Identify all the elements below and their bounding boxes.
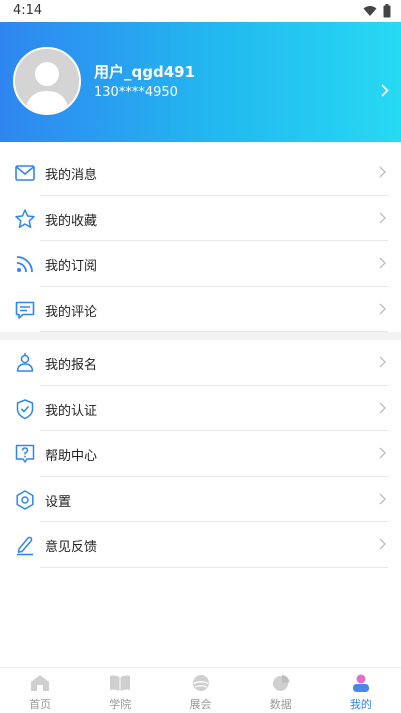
menu-item-settings[interactable]: 设置: [0, 477, 401, 523]
tab-mine[interactable]: 我的: [321, 668, 401, 713]
tab-label: 展会: [189, 698, 212, 711]
user-name: 用户_qgd491: [94, 63, 196, 81]
status-time: 4:14: [13, 3, 43, 18]
chevron-right-icon: [379, 257, 386, 269]
menu-label: 我的评论: [45, 304, 98, 320]
chevron-right-icon: [379, 356, 386, 368]
chevron-right-icon: [379, 166, 386, 178]
tab-home[interactable]: 首页: [0, 668, 80, 713]
tab-data[interactable]: 数据: [241, 668, 321, 713]
menu-item-messages[interactable]: 我的消息: [0, 150, 401, 196]
book-icon: [110, 675, 131, 691]
pie-chart-icon: [272, 675, 290, 691]
tab-label: 数据: [269, 698, 292, 711]
battery-icon: [383, 4, 391, 18]
menu-item-help-center[interactable]: 帮助中心: [0, 431, 401, 477]
help-icon: [15, 444, 35, 463]
expo-icon: [192, 675, 209, 691]
user-phone: 130****4950: [94, 85, 178, 100]
profile-header[interactable]: 用户_qgd491 130****4950: [0, 22, 401, 142]
tab-academy[interactable]: 学院: [80, 668, 160, 713]
chevron-right-icon: [379, 447, 386, 459]
menu-item-favorites[interactable]: 我的收藏: [0, 196, 401, 242]
comment-icon: [15, 301, 35, 319]
shield-check-icon: [16, 398, 34, 419]
settings-icon: [16, 489, 34, 510]
wifi-icon: [363, 6, 377, 16]
tab-label: 首页: [29, 698, 52, 711]
menu-label: 设置: [45, 494, 72, 510]
tab-expo[interactable]: 展会: [160, 668, 240, 713]
rss-icon: [16, 256, 33, 273]
tab-label: 学院: [109, 698, 132, 711]
chevron-right-icon: [379, 303, 386, 314]
menu-label: 意见反馈: [45, 540, 98, 555]
home-icon: [31, 675, 50, 691]
chevron-right-icon: [379, 538, 386, 550]
menu-group-secondary: 我的报名 我的认证 帮助中心 设置 意见反馈: [0, 340, 401, 568]
chevron-right-icon: [379, 493, 386, 504]
feedback-pen-icon: [17, 536, 33, 556]
status-icons: [363, 4, 391, 18]
menu-label: 我的订阅: [45, 259, 98, 274]
menu-label: 我的认证: [45, 403, 98, 419]
menu-label: 我的收藏: [45, 213, 98, 229]
star-icon: [15, 208, 35, 228]
menu-group-primary: 我的消息 我的收藏 我的订阅 我的评论: [0, 150, 401, 332]
menu-item-feedback[interactable]: 意见反馈: [0, 522, 401, 568]
menu-item-verification[interactable]: 我的认证: [0, 386, 401, 432]
person-icon: [352, 674, 369, 692]
status-bar: 4:14: [0, 0, 401, 22]
section-divider: [0, 332, 401, 340]
tab-label: 我的: [349, 698, 372, 711]
menu-label: 帮助中心: [45, 449, 98, 464]
default-avatar-icon: [15, 49, 79, 113]
avatar[interactable]: [13, 47, 81, 115]
menu-item-comments[interactable]: 我的评论: [0, 287, 401, 333]
chevron-right-icon: [379, 212, 386, 223]
chevron-right-icon: [379, 402, 386, 413]
menu-item-registrations[interactable]: 我的报名: [0, 340, 401, 386]
chevron-right-icon: [381, 84, 389, 97]
menu-label: 我的消息: [45, 168, 98, 183]
bottom-tab-bar: 首页 学院 展会 数据 我的: [0, 667, 401, 713]
menu-item-subscriptions[interactable]: 我的订阅: [0, 241, 401, 287]
signup-icon: [16, 353, 34, 372]
menu-label: 我的报名: [45, 358, 98, 373]
mail-icon: [15, 165, 35, 181]
